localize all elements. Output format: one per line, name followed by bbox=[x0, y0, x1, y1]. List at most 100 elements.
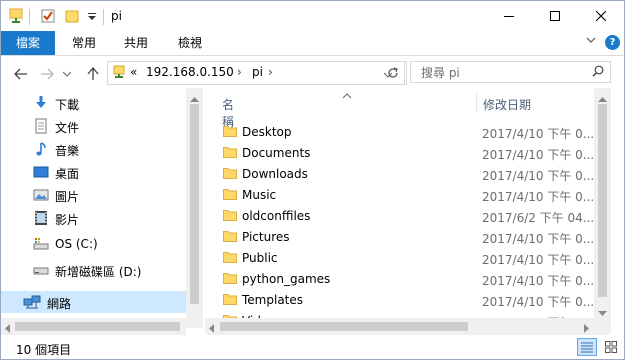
up-button[interactable] bbox=[82, 63, 104, 85]
scroll-thumb[interactable] bbox=[15, 322, 180, 331]
title-bar: pi bbox=[1, 1, 624, 31]
scroll-right-icon[interactable] bbox=[584, 322, 590, 336]
list-item[interactable]: Public 2017/4/10 下午 0... bbox=[215, 248, 595, 269]
tab-view[interactable]: 檢視 bbox=[165, 31, 215, 55]
search-box[interactable] bbox=[410, 61, 611, 83]
refresh-button[interactable] bbox=[382, 61, 405, 85]
folder-icon bbox=[223, 230, 237, 242]
navpane-horizontal-scrollbar[interactable] bbox=[1, 318, 186, 335]
nav-item-videos[interactable]: 影片 bbox=[1, 207, 186, 229]
tab-file[interactable]: 檔案 bbox=[1, 31, 55, 55]
scroll-left-icon[interactable] bbox=[5, 322, 11, 336]
nav-item-label: 桌面 bbox=[55, 167, 80, 181]
list-item[interactable]: Downloads 2017/4/10 下午 0... bbox=[215, 164, 595, 185]
network-folder-icon bbox=[7, 7, 25, 25]
file-name: Documents bbox=[242, 146, 311, 160]
minimize-button[interactable] bbox=[486, 1, 532, 31]
filepane-vertical-scrollbar[interactable] bbox=[594, 88, 611, 318]
file-date: 2017/4/10 下午 0... bbox=[482, 274, 595, 288]
list-item[interactable]: Pictures 2017/4/10 下午 0... bbox=[215, 227, 595, 248]
nav-item-label: 網路 bbox=[47, 297, 72, 311]
navpane-vertical-scrollbar[interactable] bbox=[186, 88, 203, 328]
nav-item-pictures[interactable]: 圖片 bbox=[1, 184, 186, 206]
search-icon[interactable] bbox=[592, 65, 604, 80]
properties-icon[interactable] bbox=[39, 7, 57, 25]
document-icon bbox=[33, 118, 49, 134]
nav-item-label: 影片 bbox=[55, 213, 80, 227]
recent-locations-icon[interactable] bbox=[60, 63, 74, 85]
file-name: Pictures bbox=[242, 230, 290, 244]
file-date: 2017/4/10 下午 0... bbox=[482, 190, 595, 204]
list-item[interactable]: Templates 2017/4/10 下午 0... bbox=[215, 290, 595, 311]
address-bar[interactable]: « 192.168.0.150 › pi › bbox=[107, 61, 407, 85]
file-name: Templates bbox=[242, 293, 304, 307]
drive-icon bbox=[33, 262, 49, 278]
nav-item-drive-d[interactable]: 新增磁碟區 (D:) bbox=[1, 259, 186, 281]
column-divider[interactable] bbox=[476, 92, 477, 112]
search-input[interactable] bbox=[419, 64, 583, 82]
network-location-icon bbox=[113, 65, 125, 82]
nav-item-documents[interactable]: 文件 bbox=[1, 115, 186, 137]
forward-button[interactable] bbox=[36, 63, 58, 85]
list-item[interactable]: Vid...2017/4/10 下午 0... bbox=[215, 311, 595, 318]
folder-icon bbox=[223, 167, 237, 179]
address-overflow[interactable]: « bbox=[130, 65, 137, 79]
close-button[interactable] bbox=[578, 1, 624, 31]
list-item[interactable]: oldconffiles 2017/6/2 下午 04... bbox=[215, 206, 595, 227]
scroll-left-icon[interactable] bbox=[209, 322, 215, 336]
file-name: Public bbox=[242, 251, 278, 265]
nav-item-label: 圖片 bbox=[55, 190, 80, 204]
file-date: 2017/6/2 下午 04... bbox=[482, 211, 595, 225]
scroll-thumb[interactable] bbox=[598, 104, 607, 297]
list-item[interactable]: Desktop 2017/4/10 下午 0... bbox=[215, 122, 595, 143]
customize-toolbar-icon[interactable] bbox=[83, 7, 101, 25]
nav-item-desktop[interactable]: 桌面 bbox=[1, 161, 186, 183]
pictures-icon bbox=[33, 187, 49, 203]
help-icon[interactable]: ? bbox=[605, 35, 620, 50]
scroll-thumb[interactable] bbox=[190, 104, 199, 304]
status-bar: 10 個項目 bbox=[1, 336, 624, 359]
file-date: 2017/4/10 下午 0... bbox=[482, 295, 595, 309]
breadcrumb-segment[interactable]: pi bbox=[252, 65, 263, 79]
breadcrumb-segment[interactable]: 192.168.0.150 bbox=[146, 65, 234, 79]
column-header-label: 修改日期 bbox=[483, 98, 532, 112]
file-date: 2017/4/10 下午 0... bbox=[482, 148, 595, 162]
tab-home[interactable]: 常用 bbox=[59, 31, 109, 55]
video-icon bbox=[33, 210, 49, 226]
drive-icon bbox=[33, 236, 49, 252]
expand-ribbon-icon[interactable] bbox=[586, 35, 596, 48]
filepane-horizontal-scrollbar[interactable] bbox=[205, 318, 594, 335]
nav-item-label: 文件 bbox=[55, 121, 80, 135]
nav-item-label: 下載 bbox=[55, 98, 80, 112]
nav-item-downloads[interactable]: 下載 bbox=[1, 92, 186, 114]
tab-share[interactable]: 共用 bbox=[111, 31, 161, 55]
folder-icon bbox=[223, 293, 237, 305]
details-view-button[interactable] bbox=[577, 338, 597, 356]
back-button[interactable] bbox=[10, 63, 32, 85]
ribbon-tabs: 檔案 常用 共用 檢視 ? bbox=[1, 31, 624, 56]
list-item[interactable]: python_games 2017/4/10 下午 0... bbox=[215, 269, 595, 290]
folder-icon bbox=[223, 125, 237, 137]
scrollbar-corner bbox=[594, 318, 611, 335]
item-count: 10 個項目 bbox=[16, 343, 72, 357]
breadcrumb-separator-icon[interactable]: › bbox=[237, 65, 242, 79]
nav-item-network[interactable]: 網路 bbox=[1, 291, 186, 313]
list-item[interactable]: Documents 2017/4/10 下午 0... bbox=[215, 143, 595, 164]
maximize-button[interactable] bbox=[532, 1, 578, 31]
network-icon bbox=[23, 294, 41, 310]
scroll-thumb[interactable] bbox=[220, 322, 468, 331]
nav-item-drive-c[interactable]: OS (C:) bbox=[1, 233, 186, 255]
file-name: oldconffiles bbox=[242, 209, 311, 223]
large-icons-view-button[interactable] bbox=[601, 338, 621, 356]
new-folder-icon[interactable] bbox=[63, 7, 81, 25]
download-icon bbox=[33, 95, 49, 111]
list-item[interactable]: Music 2017/4/10 下午 0... bbox=[215, 185, 595, 206]
sort-ascending-icon bbox=[342, 88, 352, 102]
nav-item-music[interactable]: 音樂 bbox=[1, 138, 186, 160]
folder-icon bbox=[223, 209, 237, 221]
nav-item-label: 新增磁碟區 (D:) bbox=[55, 265, 142, 279]
breadcrumb-separator-icon[interactable]: › bbox=[268, 65, 273, 79]
nav-item-label: 音樂 bbox=[55, 144, 80, 158]
navigation-pane: 下載 文件 音樂 桌面 圖片 影片 OS (C:) 新增磁碟區 (D:) 網路 bbox=[1, 88, 186, 328]
file-name: Desktop bbox=[242, 125, 292, 139]
